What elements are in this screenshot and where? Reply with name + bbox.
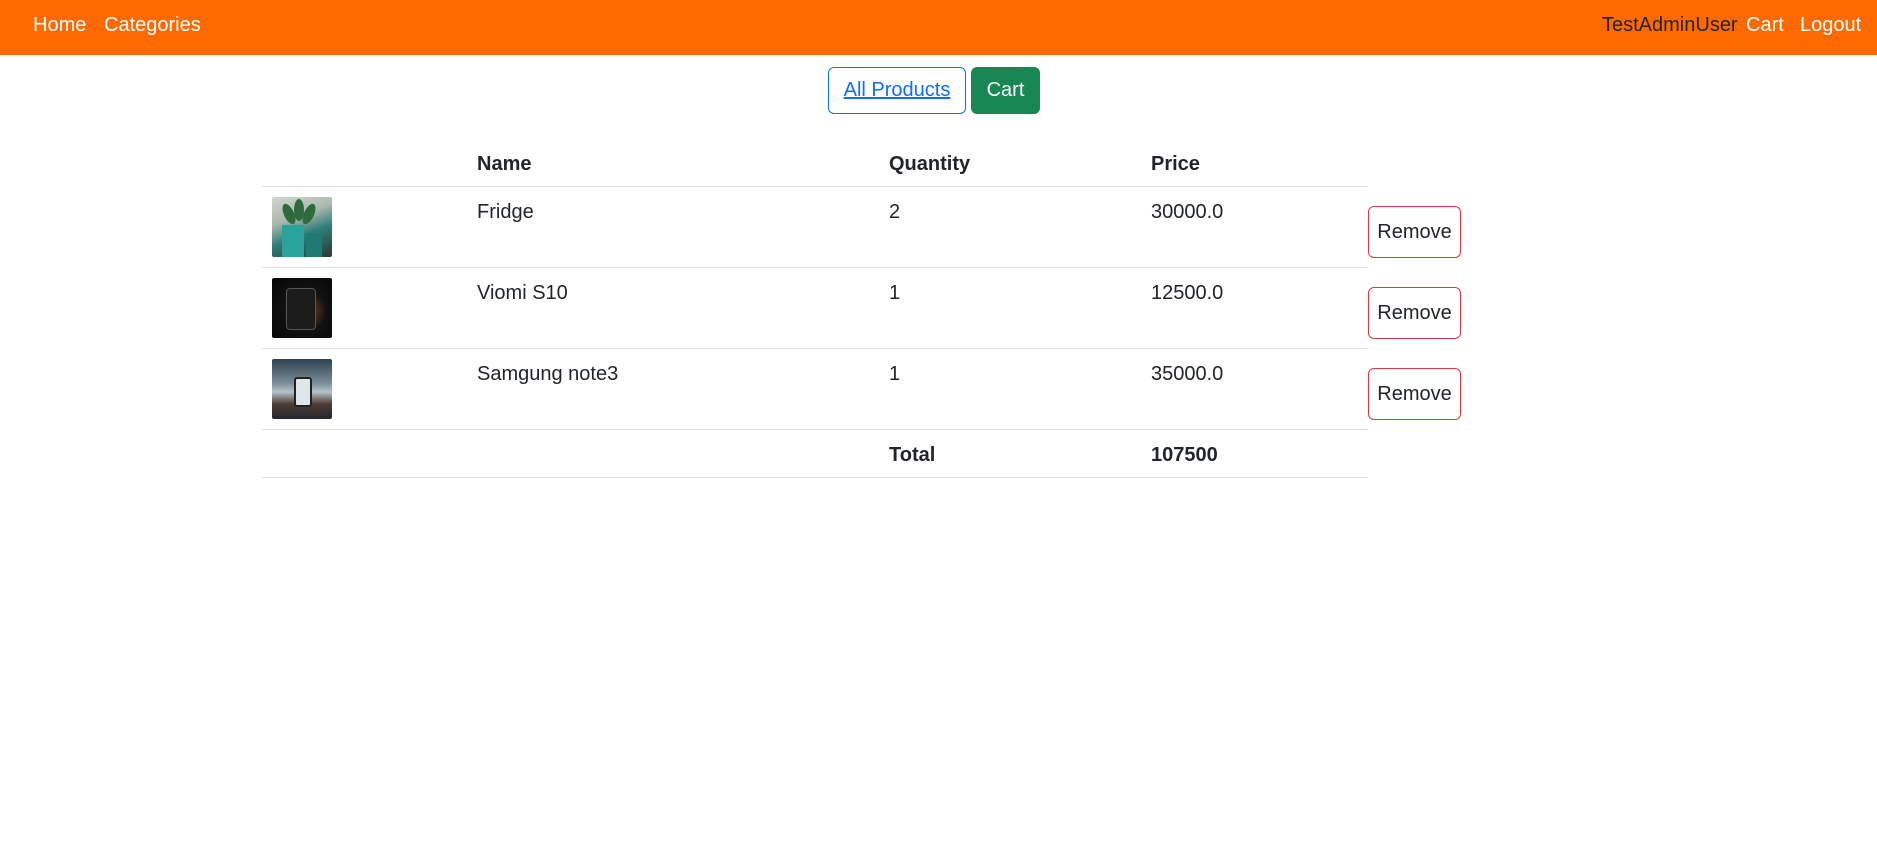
- column-header-quantity: Quantity: [889, 153, 971, 175]
- nav-logout-link[interactable]: Logout: [1800, 13, 1861, 37]
- total-value: 107500: [1151, 444, 1218, 466]
- product-quantity: 1: [889, 282, 901, 304]
- product-name: Fridge: [477, 201, 534, 223]
- product-name: Viomi S10: [477, 282, 568, 304]
- product-image-samgung: [272, 359, 332, 419]
- total-label: Total: [889, 444, 936, 466]
- top-navbar: Home Categories TestAdminUser Cart Logou…: [0, 0, 1877, 55]
- remove-button[interactable]: Remove: [1368, 368, 1461, 420]
- product-image-viomi: [272, 278, 332, 338]
- remove-button[interactable]: Remove: [1368, 287, 1461, 339]
- product-price: 35000.0: [1151, 363, 1224, 385]
- cart-button[interactable]: Cart: [971, 67, 1040, 114]
- nav-home-link[interactable]: Home: [33, 13, 86, 37]
- all-products-button[interactable]: All Products: [828, 67, 966, 114]
- column-header-price: Price: [1151, 153, 1200, 175]
- nav-username: TestAdminUser: [1602, 14, 1738, 36]
- row-divider: [262, 267, 1368, 268]
- nav-categories-link[interactable]: Categories: [104, 13, 201, 37]
- row-divider: [262, 429, 1368, 430]
- column-header-name: Name: [477, 153, 532, 175]
- product-quantity: 2: [889, 201, 901, 223]
- row-divider: [262, 348, 1368, 349]
- total-divider: [262, 477, 1368, 478]
- header-divider: [262, 186, 1368, 187]
- product-image-fridge: [272, 197, 332, 257]
- product-price: 30000.0: [1151, 201, 1224, 223]
- product-price: 12500.0: [1151, 282, 1224, 304]
- product-quantity: 1: [889, 363, 901, 385]
- product-name: Samgung note3: [477, 363, 619, 385]
- remove-button[interactable]: Remove: [1368, 206, 1461, 258]
- nav-cart-link[interactable]: Cart: [1746, 13, 1784, 37]
